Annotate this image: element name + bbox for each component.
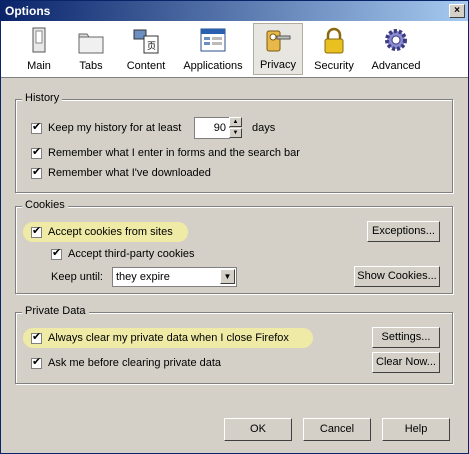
- remember-forms-label: Remember what I enter in forms and the s…: [48, 147, 300, 159]
- keep-history-label: Keep my history for at least: [48, 122, 182, 134]
- tab-privacy-label: Privacy: [259, 59, 297, 71]
- advanced-icon: [385, 29, 407, 51]
- tab-advanced[interactable]: Advanced: [367, 23, 425, 75]
- third-party-cookies-label: Accept third-party cookies: [68, 248, 195, 260]
- check-mark-icon: ✔: [52, 247, 62, 259]
- tab-content-label: Content: [126, 60, 166, 72]
- check-mark-icon: ✔: [32, 331, 42, 343]
- tab-tabs-label: Tabs: [79, 60, 103, 72]
- clear-now-button[interactable]: Clear Now...: [372, 352, 440, 373]
- tab-main-label: Main: [27, 60, 51, 72]
- tab-privacy[interactable]: Privacy: [253, 23, 303, 75]
- accept-cookies-checkbox[interactable]: ✔: [31, 225, 42, 238]
- close-button[interactable]: ×: [449, 4, 465, 18]
- always-clear-label: Always clear my private data when I clos…: [48, 332, 289, 344]
- tab-main[interactable]: Main: [19, 23, 59, 75]
- cookies-title: Cookies: [22, 199, 68, 211]
- options-toolbar: Main Tabs 页 Content Applications Privacy…: [1, 21, 468, 78]
- check-mark-icon: ✔: [32, 121, 42, 133]
- always-clear-checkbox[interactable]: ✔: [31, 331, 42, 344]
- chevron-down-icon[interactable]: ▼: [220, 269, 235, 284]
- history-days-input[interactable]: 90: [194, 117, 230, 139]
- security-icon: [324, 27, 344, 54]
- spin-down-icon[interactable]: ▼: [229, 128, 242, 138]
- third-party-cookies-checkbox[interactable]: ✔: [51, 247, 62, 260]
- ask-before-clearing-label: Ask me before clearing private data: [48, 357, 222, 369]
- tab-content[interactable]: 页 Content: [121, 23, 171, 75]
- options-window: Options × Main Tabs 页 Content Applicatio…: [0, 0, 469, 454]
- private-data-title: Private Data: [22, 305, 89, 317]
- settings-button[interactable]: Settings...: [372, 327, 440, 348]
- remember-downloads-label: Remember what I've downloaded: [48, 167, 211, 179]
- private-data-group: Private Data: [15, 305, 453, 384]
- tab-applications-label: Applications: [183, 60, 243, 72]
- help-button[interactable]: Help: [382, 418, 450, 441]
- remember-forms-checkbox[interactable]: ✔: [31, 146, 42, 159]
- history-days-spinner[interactable]: ▲ ▼: [229, 117, 242, 138]
- content-icon: 页: [133, 29, 159, 54]
- check-mark-icon: ✔: [32, 356, 42, 368]
- check-mark-icon: ✔: [32, 166, 42, 178]
- days-label: days: [252, 122, 276, 134]
- cancel-button[interactable]: Cancel: [303, 418, 371, 441]
- tab-advanced-label: Advanced: [371, 60, 421, 72]
- spin-up-icon[interactable]: ▲: [229, 117, 242, 127]
- check-mark-icon: ✔: [32, 225, 42, 237]
- applications-icon: [200, 28, 226, 52]
- main-icon: [32, 27, 46, 53]
- remember-downloads-checkbox[interactable]: ✔: [31, 166, 42, 179]
- tab-tabs[interactable]: Tabs: [71, 23, 111, 75]
- tab-applications[interactable]: Applications: [181, 23, 245, 75]
- tab-security-label: Security: [314, 60, 354, 72]
- accept-cookies-label: Accept cookies from sites: [48, 226, 173, 238]
- tabs-icon: [78, 33, 104, 54]
- ask-before-clearing-checkbox[interactable]: ✔: [31, 356, 42, 369]
- svg-text:页: 页: [147, 41, 156, 52]
- history-title: History: [22, 92, 63, 104]
- tab-security[interactable]: Security: [309, 23, 359, 75]
- exceptions-button[interactable]: Exceptions...: [367, 221, 440, 242]
- check-mark-icon: ✔: [32, 146, 42, 158]
- keep-until-value: they expire: [116, 271, 170, 283]
- keep-until-label: Keep until:: [51, 271, 103, 283]
- title-bar[interactable]: Options ×: [1, 1, 468, 21]
- keep-history-checkbox[interactable]: ✔: [31, 121, 42, 134]
- show-cookies-button[interactable]: Show Cookies...: [354, 266, 440, 287]
- privacy-icon: [266, 30, 291, 52]
- ok-button[interactable]: OK: [224, 418, 292, 441]
- keep-until-select[interactable]: they expire ▼: [112, 267, 237, 287]
- window-title: Options: [5, 4, 51, 18]
